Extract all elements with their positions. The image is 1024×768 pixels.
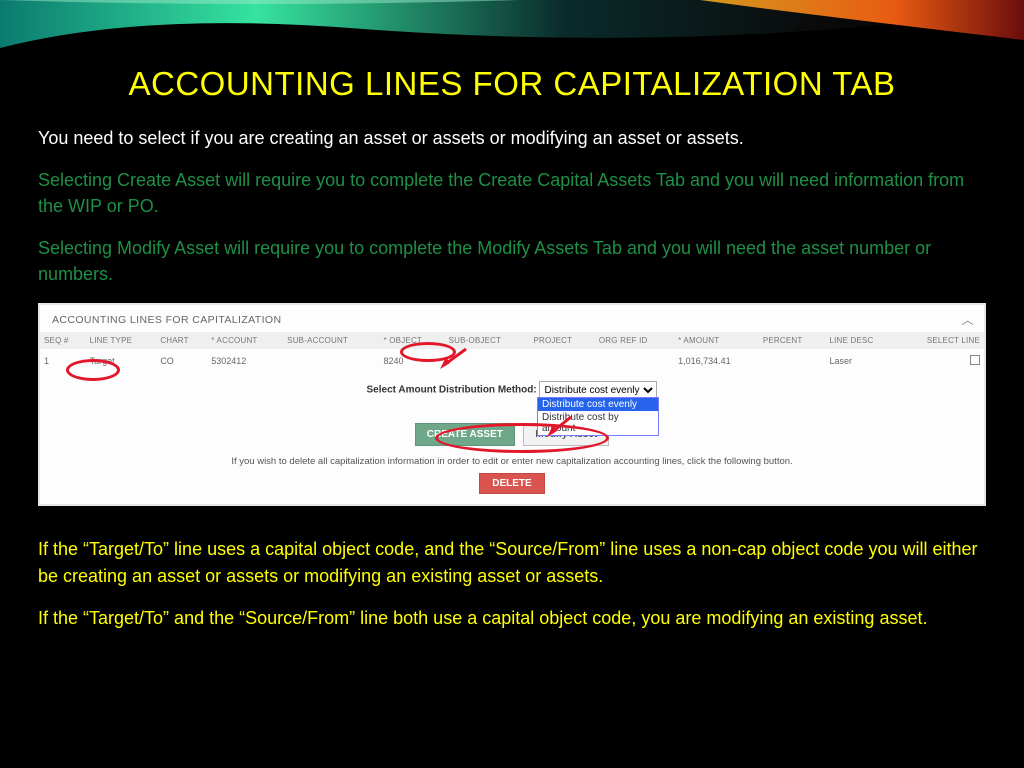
col-object: * OBJECT — [380, 332, 445, 349]
cell-object: 8240 — [380, 349, 445, 373]
col-sub-object: SUB-OBJECT — [445, 332, 530, 349]
distribution-option[interactable]: Distribute cost evenly — [538, 398, 658, 411]
table-row: 1 Target CO 5302412 8240 1,016,734.41 La… — [40, 349, 984, 373]
cell-project — [529, 349, 594, 373]
col-account: * ACCOUNT — [207, 332, 283, 349]
col-line-desc: LINE DESC — [825, 332, 898, 349]
distribution-dropdown-open: Distribute cost evenly Distribute cost b… — [537, 397, 659, 436]
create-asset-note: Selecting Create Asset will require you … — [38, 167, 986, 219]
select-line-checkbox[interactable] — [970, 355, 980, 365]
modify-asset-note: Selecting Modify Asset will require you … — [38, 235, 986, 287]
intro-text: You need to select if you are creating a… — [38, 125, 986, 151]
col-org-ref: ORG REF ID — [595, 332, 674, 349]
cell-account: 5302412 — [207, 349, 283, 373]
distribution-row: Select Amount Distribution Method: Distr… — [40, 373, 984, 403]
footer-note-2: If the “Target/To” and the “Source/From”… — [38, 605, 986, 631]
page-title: ACCOUNTING LINES FOR CAPITALIZATION TAB — [38, 65, 986, 103]
col-line-type: LINE TYPE — [86, 332, 157, 349]
cell-chart: CO — [156, 349, 207, 373]
cell-line-desc: Laser — [825, 349, 898, 373]
accounting-lines-table: SEQ # LINE TYPE CHART * ACCOUNT SUB-ACCO… — [40, 332, 984, 373]
distribution-label: Select Amount Distribution Method: — [367, 385, 537, 396]
cell-sub-account — [283, 349, 379, 373]
cell-amount: 1,016,734.41 — [674, 349, 759, 373]
col-project: PROJECT — [529, 332, 594, 349]
col-amount: * AMOUNT — [674, 332, 759, 349]
accounting-lines-panel: ACCOUNTING LINES FOR CAPITALIZATION ︿ SE… — [38, 303, 986, 506]
delete-button[interactable]: DELETE — [479, 473, 544, 494]
distribution-option[interactable]: Distribute cost by amount — [538, 411, 658, 435]
cell-seq: 1 — [40, 349, 86, 373]
cell-org-ref — [595, 349, 674, 373]
cell-percent — [759, 349, 826, 373]
collapse-icon[interactable]: ︿ — [962, 311, 974, 328]
col-percent: PERCENT — [759, 332, 826, 349]
col-chart: CHART — [156, 332, 207, 349]
delete-note: If you wish to delete all capitalization… — [40, 452, 984, 473]
col-select-line: SELECT LINE — [898, 332, 984, 349]
cell-sub-object — [445, 349, 530, 373]
cell-line-type: Target — [86, 349, 157, 373]
panel-title: ACCOUNTING LINES FOR CAPITALIZATION — [52, 314, 281, 326]
footer-note-1: If the “Target/To” line uses a capital o… — [38, 536, 986, 588]
col-seq: SEQ # — [40, 332, 86, 349]
col-sub-account: SUB-ACCOUNT — [283, 332, 379, 349]
create-asset-button[interactable]: CREATE ASSET — [415, 423, 515, 446]
